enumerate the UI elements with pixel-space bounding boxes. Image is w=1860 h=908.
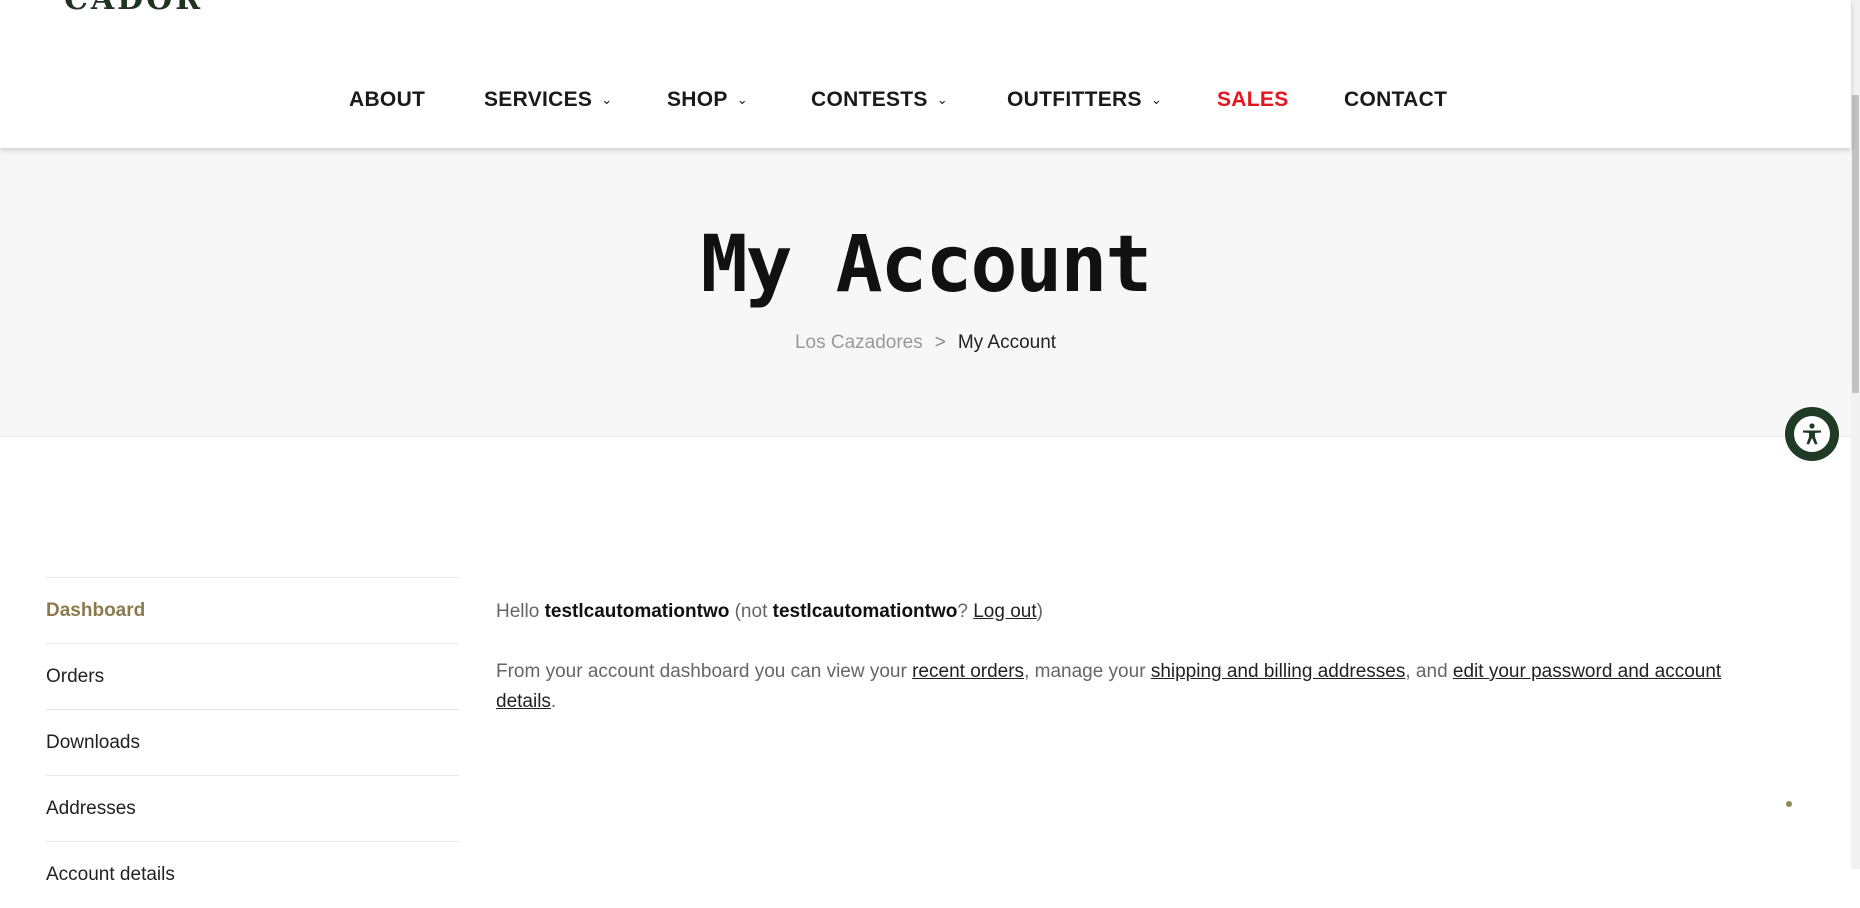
scrollbar-thumb[interactable] [1852, 95, 1859, 393]
account-navigation: Dashboard Orders Downloads Addresses Acc… [46, 577, 459, 907]
breadcrumb-separator: > [934, 332, 946, 353]
site-header: CADOR ABOUT SERVICES⌄ SHOP⌄ CONTESTS⌄ OU… [0, 0, 1851, 148]
chevron-down-icon: ⌄ [601, 92, 613, 107]
dashboard-description: From your account dashboard you can view… [496, 657, 1766, 717]
nav-outfitters[interactable]: OUTFITTERS ⌄ [1007, 88, 1162, 112]
sidebar-item-orders[interactable]: Orders [46, 643, 459, 709]
page-title: My Account [700, 220, 1153, 310]
nav-contact[interactable]: CONTACT [1344, 88, 1447, 112]
breadcrumb: Los Cazadores > My Account [0, 332, 1851, 354]
chevron-down-icon: ⌄ [736, 92, 748, 107]
greeting-close: ) [1036, 601, 1043, 622]
nav-services[interactable]: SERVICES ⌄ [484, 88, 612, 112]
page-banner: My Account Los Cazadores > My Account [0, 148, 1851, 437]
nav-sales[interactable]: SALES [1217, 88, 1289, 112]
description-text: , and [1405, 661, 1448, 682]
account-dashboard: Hello testlcautomationtwo (not testlcaut… [496, 597, 1766, 747]
breadcrumb-current: My Account [957, 332, 1057, 353]
sidebar-item-account-details[interactable]: Account details [46, 841, 459, 907]
chevron-down-icon: ⌄ [936, 92, 948, 107]
nav-about[interactable]: ABOUT [349, 88, 425, 112]
sidebar-item-addresses[interactable]: Addresses [46, 775, 459, 841]
recent-orders-link[interactable]: recent orders [912, 661, 1024, 682]
nav-contests[interactable]: CONTESTS ⌄ [811, 88, 948, 112]
main-nav: ABOUT SERVICES ⌄ SHOP ⌄ CONTESTS ⌄ OUTFITTE… [0, 82, 1851, 122]
decorative-dot [1786, 801, 1792, 807]
sidebar-item-downloads[interactable]: Downloads [46, 709, 459, 775]
logout-link[interactable]: Log out [973, 601, 1036, 622]
page-scrollbar[interactable] [1851, 0, 1860, 869]
accessibility-icon [1792, 414, 1832, 454]
breadcrumb-home-link[interactable]: Los Cazadores [795, 332, 923, 353]
username: testlcautomationtwo [544, 601, 730, 622]
greeting-hello: Hello [496, 601, 540, 622]
accessibility-button[interactable] [1785, 407, 1839, 461]
username-repeat: testlcautomationtwo [772, 601, 958, 622]
description-text: , manage your [1024, 661, 1146, 682]
sidebar-item-dashboard[interactable]: Dashboard [46, 577, 459, 643]
description-text: From your account dashboard you can view… [496, 661, 907, 682]
site-logo[interactable]: CADOR [64, 0, 203, 17]
greeting-not: (not [734, 601, 768, 622]
description-text: . [550, 691, 557, 712]
nav-shop[interactable]: SHOP ⌄ [667, 88, 748, 112]
greeting: Hello testlcautomationtwo (not testlcaut… [496, 597, 1766, 627]
chevron-down-icon: ⌄ [1150, 92, 1163, 107]
addresses-link[interactable]: shipping and billing addresses [1151, 661, 1406, 682]
greeting-question: ? [957, 601, 968, 622]
